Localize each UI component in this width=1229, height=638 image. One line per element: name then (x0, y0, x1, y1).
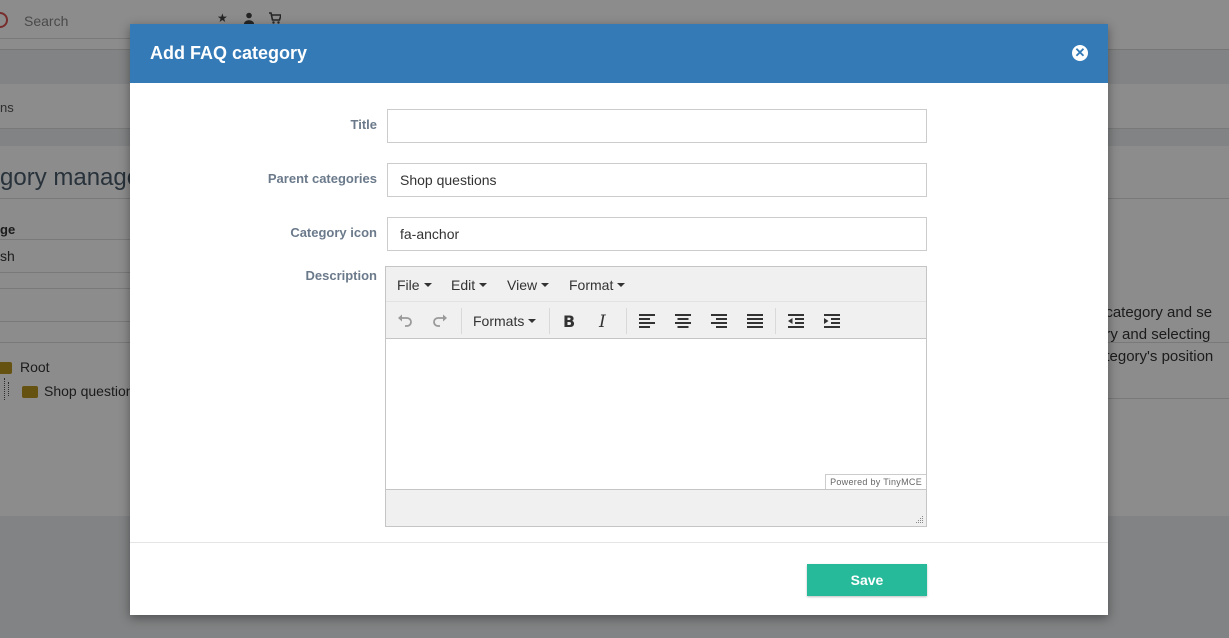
powered-by-tinymce[interactable]: Powered by TinyMCE (825, 474, 926, 489)
add-faq-category-modal: Add FAQ category ✕ Title Parent categori… (130, 24, 1108, 615)
toolbar-separator (549, 308, 550, 334)
formats-dropdown[interactable]: Formats (473, 313, 537, 329)
outdent-icon[interactable] (785, 310, 807, 332)
title-input[interactable] (387, 109, 927, 143)
menu-view-label: View (507, 277, 538, 293)
align-left-icon[interactable] (636, 310, 658, 332)
title-label: Title (350, 117, 378, 132)
redo-icon[interactable] (429, 310, 451, 332)
parent-categories-label: Parent categories (267, 171, 377, 186)
align-center-icon[interactable] (672, 310, 694, 332)
description-editor: File Edit View Format Formats B I Powere… (385, 266, 927, 527)
caret-down-icon (423, 283, 432, 287)
align-justify-icon[interactable] (744, 310, 766, 332)
menu-format[interactable]: Format (569, 277, 626, 293)
indent-icon[interactable] (821, 310, 843, 332)
menu-edit-label: Edit (451, 277, 476, 293)
editor-menubar: File Edit View Format (386, 267, 926, 302)
modal-header: Add FAQ category ✕ (130, 24, 1108, 83)
italic-icon[interactable]: I (593, 310, 615, 332)
caret-down-icon (479, 283, 488, 287)
menu-file[interactable]: File (397, 277, 432, 293)
caret-down-icon (528, 319, 537, 323)
menu-view[interactable]: View (507, 277, 550, 293)
menu-file-label: File (397, 277, 420, 293)
menu-edit[interactable]: Edit (451, 277, 488, 293)
editor-toolbar: Formats B I (386, 302, 926, 339)
caret-down-icon (541, 283, 550, 287)
undo-icon[interactable] (394, 310, 416, 332)
resize-handle-icon[interactable] (915, 515, 924, 524)
bold-icon[interactable]: B (558, 310, 580, 332)
toolbar-separator (461, 308, 462, 334)
close-icon[interactable]: ✕ (1072, 45, 1088, 61)
description-label: Description (305, 268, 377, 283)
toolbar-separator (626, 308, 627, 334)
parent-categories-input[interactable] (387, 163, 927, 197)
align-right-icon[interactable] (708, 310, 730, 332)
svg-text:B: B (563, 312, 575, 331)
toolbar-separator (775, 308, 776, 334)
modal-footer: Save (130, 542, 1108, 615)
caret-down-icon (617, 283, 626, 287)
svg-text:I: I (598, 312, 606, 332)
modal-title: Add FAQ category (150, 43, 308, 63)
editor-content-area[interactable] (386, 339, 926, 489)
menu-format-label: Format (569, 277, 614, 293)
formats-label: Formats (473, 313, 525, 329)
editor-statusbar (386, 489, 926, 526)
category-icon-label: Category icon (290, 225, 377, 240)
save-button[interactable]: Save (807, 564, 927, 596)
category-icon-input[interactable] (387, 217, 927, 251)
